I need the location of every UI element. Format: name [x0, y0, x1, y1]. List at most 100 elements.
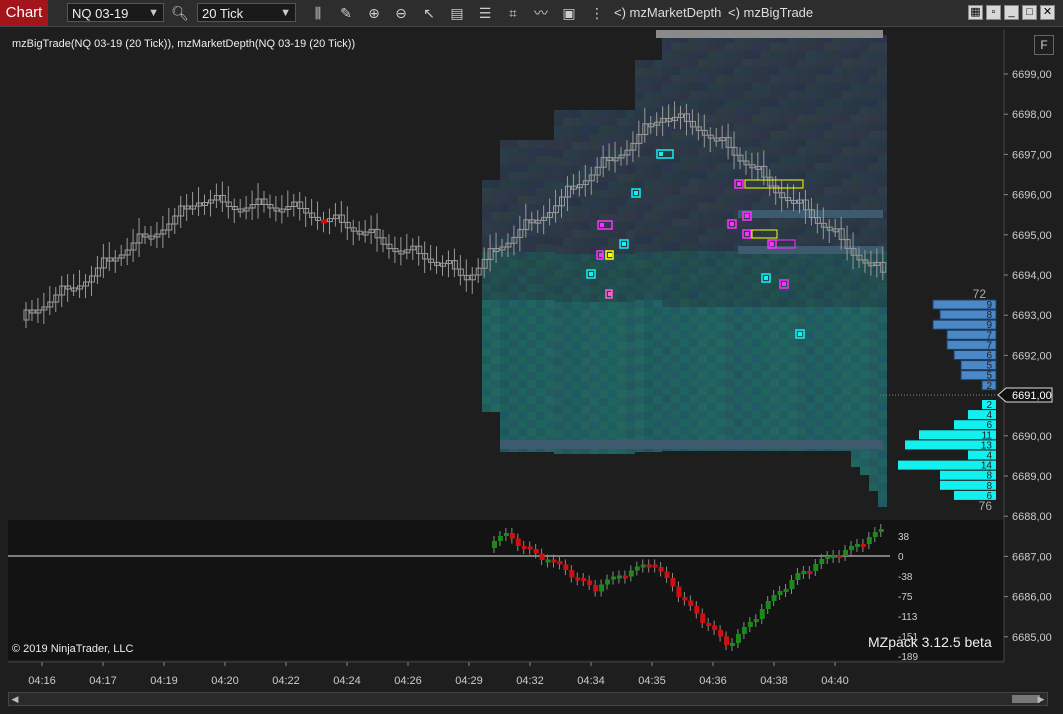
heatmap-cell [824, 171, 833, 179]
heatmap-cell [554, 158, 563, 166]
heatmap-cell [860, 91, 869, 99]
heatmap-cell [824, 259, 833, 267]
heatmap-cell [860, 67, 869, 75]
heatmap-cell [734, 99, 743, 107]
big-trade-fill [730, 222, 734, 226]
heatmap-cell [545, 236, 554, 244]
delta-body [849, 546, 854, 550]
heatmap-cell [590, 398, 599, 406]
f-button[interactable]: F [1034, 35, 1054, 55]
heatmap-cell [842, 387, 851, 395]
heatmap-cell [743, 131, 752, 139]
heatmap-cell [752, 83, 761, 91]
heatmap-cell [734, 339, 743, 347]
heatmap-cell [707, 339, 716, 347]
heatmap-cell [716, 299, 725, 307]
heatmap-cell [860, 59, 869, 67]
heatmap-cell [572, 278, 581, 286]
heatmap-cell [842, 347, 851, 355]
heatmap-cell [788, 203, 797, 211]
heatmap-cell [500, 276, 509, 284]
heatmap-cell [662, 339, 671, 347]
heatmap-cell [752, 171, 761, 179]
heatmap-cell [581, 430, 590, 438]
heatmap-cell [743, 59, 752, 67]
heatmap-cell [653, 244, 662, 252]
heatmap-cell [761, 259, 770, 267]
heatmap-cell [815, 99, 824, 107]
heatmap-cell [527, 140, 536, 148]
heatmap-cell [689, 315, 698, 323]
delta-body [825, 556, 831, 559]
heatmap-cell [644, 340, 653, 348]
price-label: 6693,00 [1012, 310, 1052, 322]
heatmap-cell [653, 220, 662, 228]
heatmap-cell [761, 315, 770, 323]
heatmap-cell [500, 324, 509, 332]
heatmap-cell [815, 107, 824, 115]
scroll-left-icon[interactable]: ◀ [9, 693, 21, 705]
heatmap-cell [725, 171, 734, 179]
heatmap-cell [752, 315, 761, 323]
heatmap-cell [545, 380, 554, 388]
heatmap-cell [662, 275, 671, 283]
heatmap-cell [491, 364, 500, 372]
heatmap-cell [761, 51, 770, 59]
heatmap-cell [518, 404, 527, 412]
heatmap-cell [635, 236, 644, 244]
horizontal-scrollbar[interactable]: ◀ ▶ [8, 692, 1048, 706]
heatmap-cell [869, 51, 878, 59]
heatmap-cell [860, 419, 869, 427]
mzpack-watermark: MZpack 3.12.5 beta [868, 634, 992, 650]
heatmap-cell [743, 67, 752, 75]
heatmap-cell [563, 158, 572, 166]
heatmap-cell [734, 379, 743, 387]
heatmap-cell [527, 396, 536, 404]
heatmap-cell [779, 219, 788, 227]
heatmap-cell [725, 347, 734, 355]
heatmap-cell [671, 67, 680, 75]
heatmap-cell [797, 363, 806, 371]
heatmap-cell [563, 134, 572, 142]
heatmap-cell [518, 372, 527, 380]
heatmap-cell [644, 204, 653, 212]
heatmap-cell [671, 387, 680, 395]
heatmap-cell [779, 51, 788, 59]
heatmap-cell [626, 110, 635, 118]
heatmap-cell [716, 323, 725, 331]
delta-body [866, 537, 872, 544]
heatmap-cell [743, 107, 752, 115]
heatmap-cell [869, 203, 878, 211]
heatmap-cell [833, 427, 842, 435]
scroll-right-icon[interactable]: ▶ [1035, 693, 1047, 705]
heatmap-cell [644, 332, 653, 340]
heatmap-cell [509, 204, 518, 212]
heatmap-cell [617, 166, 626, 174]
heatmap-cell [851, 219, 860, 227]
heatmap-cell [842, 51, 851, 59]
heatmap-cell [653, 396, 662, 404]
heatmap-cell [797, 147, 806, 155]
heatmap-cell [752, 379, 761, 387]
heatmap-cell [518, 284, 527, 292]
heatmap-cell [716, 371, 725, 379]
heatmap-cell [689, 243, 698, 251]
heatmap-cell [788, 219, 797, 227]
heatmap-cell [662, 355, 671, 363]
heatmap-cell [743, 139, 752, 147]
heatmap-cell [788, 99, 797, 107]
heatmap-cell [698, 43, 707, 51]
delta-body [682, 597, 688, 601]
heatmap-cell [752, 307, 761, 315]
heatmap-cell [725, 379, 734, 387]
heatmap-cell [599, 398, 608, 406]
chart-canvas[interactable]: 9897765522461113414886 6699,006698,00669… [0, 0, 1063, 714]
heatmap-cell [851, 371, 860, 379]
heatmap-cell [689, 211, 698, 219]
heatmap-cell [590, 358, 599, 366]
delta-body [634, 566, 640, 571]
heatmap-cell [770, 227, 779, 235]
heatmap-cell [644, 220, 653, 228]
heatmap-cell [635, 396, 644, 404]
heatmap-cell [689, 99, 698, 107]
